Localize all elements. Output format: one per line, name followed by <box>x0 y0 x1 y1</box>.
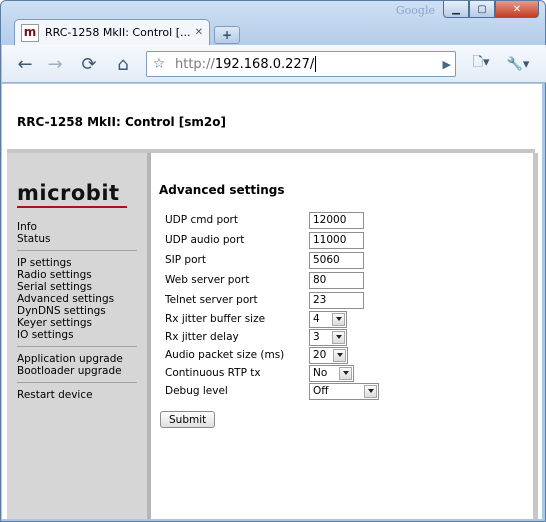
sip-port-input[interactable] <box>309 251 364 269</box>
favicon-icon: m <box>21 23 39 42</box>
continuous-rtp-tx-value: No <box>313 367 328 379</box>
tools-menu-icon[interactable]: 🔧▾ <box>502 51 534 77</box>
maximize-button[interactable]: ▢ <box>469 1 495 18</box>
sidebar-item-status[interactable]: Status <box>17 233 50 245</box>
sidebar-item-dyndns-settings[interactable]: DynDNS settings <box>17 305 106 317</box>
chevron-down-icon[interactable] <box>332 330 345 344</box>
window-controls: ▁ ▢ ✕ <box>443 1 539 18</box>
udp-cmd-port-label: UDP cmd port <box>165 214 238 226</box>
section-title: Advanced settings <box>159 183 285 197</box>
continuous-rtp-tx-label: Continuous RTP tx <box>165 367 261 379</box>
new-tab-button[interactable]: + <box>214 26 240 44</box>
sidebar-divider <box>17 250 137 251</box>
sidebar-item-application-upgrade[interactable]: Application upgrade <box>17 353 123 365</box>
go-icon[interactable]: ▶ <box>443 58 451 71</box>
sip-port-label: SIP port <box>165 254 206 266</box>
address-bar[interactable]: ☆ http:// 192.168.0.227/ ▶ <box>146 51 456 77</box>
page-menu-icon[interactable]: 🗋▾ <box>466 51 496 77</box>
page-title: RRC-1258 MkII: Control [sm2o] <box>17 115 226 129</box>
audio-packet-size-select[interactable]: 20 <box>309 346 348 364</box>
sidebar-divider <box>17 346 137 347</box>
chevron-down-icon[interactable] <box>333 348 346 362</box>
rx-jitter-buffer-size-select[interactable]: 4 <box>309 310 347 328</box>
audio-packet-size-value: 20 <box>313 349 327 361</box>
udp-cmd-port-input[interactable] <box>309 211 364 229</box>
browser-toolbar: ← → ⟳ ⌂ ☆ http:// 192.168.0.227/ ▶ 🗋▾ 🔧▾ <box>2 45 546 83</box>
google-watermark: Google <box>395 4 435 17</box>
sidebar-item-io-settings[interactable]: IO settings <box>17 329 74 341</box>
submit-button[interactable]: Submit <box>160 411 216 428</box>
sidebar-item-info[interactable]: Info <box>17 221 37 233</box>
rx-jitter-buffer-size-value: 4 <box>313 313 320 325</box>
rx-jitter-delay-value: 3 <box>313 331 320 343</box>
sidebar-item-restart-device[interactable]: Restart device <box>17 389 93 401</box>
browser-window: Google ▁ ▢ ✕ m RRC-1258 MkII: Control [.… <box>0 0 546 522</box>
web-server-port-label: Web server port <box>165 274 250 286</box>
tab-close-icon[interactable]: ✕ <box>195 27 203 38</box>
sidebar-item-ip-settings[interactable]: IP settings <box>17 257 72 269</box>
chevron-down-icon[interactable] <box>364 384 377 398</box>
sidebar: microbit Info Status IP settings Radio s… <box>7 153 151 519</box>
url-host: 192.168.0.227/ <box>214 56 315 72</box>
web-server-port-input[interactable] <box>309 271 364 289</box>
rx-jitter-delay-select[interactable]: 3 <box>309 328 347 346</box>
continuous-rtp-tx-select[interactable]: No <box>309 364 354 382</box>
rx-jitter-buffer-size-label: Rx jitter buffer size <box>165 313 266 325</box>
reload-icon[interactable]: ⟳ <box>76 51 102 77</box>
page-viewport: RRC-1258 MkII: Control [sm2o] microbit I… <box>2 84 542 519</box>
back-icon[interactable]: ← <box>12 51 38 77</box>
minimize-button[interactable]: ▁ <box>443 1 469 18</box>
udp-audio-port-label: UDP audio port <box>165 234 245 246</box>
telnet-server-port-input[interactable] <box>309 291 364 309</box>
url-scheme: http:// <box>175 56 215 72</box>
browser-tab[interactable]: m RRC-1258 MkII: Control [... ✕ <box>14 19 210 45</box>
telnet-server-port-label: Telnet server port <box>165 294 258 306</box>
text-cursor <box>315 56 317 72</box>
debug-level-value: Off <box>313 385 329 397</box>
sidebar-divider <box>17 382 137 383</box>
chevron-down-icon[interactable] <box>332 312 345 326</box>
bookmark-star-icon[interactable]: ☆ <box>147 56 171 72</box>
microbit-logo: microbit <box>17 181 120 205</box>
sidebar-item-keyer-settings[interactable]: Keyer settings <box>17 317 92 329</box>
forward-icon[interactable]: → <box>42 51 68 77</box>
debug-level-label: Debug level <box>165 385 228 397</box>
sidebar-item-radio-settings[interactable]: Radio settings <box>17 269 92 281</box>
chevron-down-icon[interactable] <box>339 366 352 380</box>
logo-underline <box>17 206 127 208</box>
tab-title: RRC-1258 MkII: Control [... <box>45 26 191 39</box>
sidebar-item-bootloader-upgrade[interactable]: Bootloader upgrade <box>17 365 122 377</box>
debug-level-select[interactable]: Off <box>309 382 379 400</box>
sidebar-item-serial-settings[interactable]: Serial settings <box>17 281 92 293</box>
right-border <box>533 153 538 519</box>
close-window-button[interactable]: ✕ <box>495 1 539 18</box>
audio-packet-size-label: Audio packet size (ms) <box>165 349 285 361</box>
rx-jitter-delay-label: Rx jitter delay <box>165 331 239 343</box>
udp-audio-port-input[interactable] <box>309 231 364 249</box>
sidebar-item-advanced-settings[interactable]: Advanced settings <box>17 293 114 305</box>
home-icon[interactable]: ⌂ <box>110 51 136 77</box>
